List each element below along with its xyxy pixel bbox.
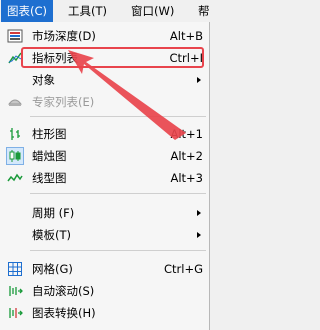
menu-item-line-chart[interactable]: 线型图 Alt+3 — [0, 167, 209, 189]
menu-item-label: 市场深度(D) — [32, 29, 96, 43]
menu-item-shortcut: Alt+2 — [170, 149, 203, 163]
menu-item-label: 蜡烛图 — [32, 149, 67, 163]
submenu-arrow-icon — [197, 77, 201, 83]
submenu-arrow-icon — [197, 210, 201, 216]
menu-item-bar-chart[interactable]: 柱形图 Alt+1 — [0, 123, 209, 145]
menu-item-period[interactable]: 周期 (F) — [0, 202, 209, 224]
menu-item-shortcut: Alt+1 — [170, 127, 203, 141]
menu-separator — [30, 116, 206, 117]
menu-tools[interactable]: 工具(T) — [62, 0, 113, 22]
bar-chart-icon — [7, 126, 23, 142]
line-chart-icon — [7, 170, 23, 186]
menu-separator — [30, 193, 206, 194]
menu-bar: 图表(C) 工具(T) 窗口(W) 帮 — [0, 0, 210, 23]
menu-item-shortcut: Ctrl+G — [163, 262, 203, 276]
expert-list-icon — [7, 94, 23, 110]
menu-item-label: 柱形图 — [32, 127, 67, 141]
menu-item-label: 图表转换(H) — [32, 306, 96, 320]
menu-item-template[interactable]: 模板(T) — [0, 224, 209, 246]
menu-item-auto-scroll[interactable]: 自动滚动(S) — [0, 280, 209, 302]
annotation-highlight-box — [21, 47, 204, 68]
menu-item-label: 网格(G) — [32, 262, 73, 276]
chart-shift-icon — [7, 305, 23, 321]
menu-item-label: 模板(T) — [32, 228, 71, 242]
menu-chart[interactable]: 图表(C) — [1, 0, 54, 22]
market-depth-icon — [7, 28, 23, 44]
submenu-arrow-icon — [197, 232, 201, 238]
menu-item-label: 对象 — [32, 73, 55, 87]
menu-item-candlestick[interactable]: 蜡烛图 Alt+2 — [0, 145, 209, 167]
menu-item-label: 专家列表(E) — [32, 95, 95, 109]
chart-dropdown-menu: 市场深度(D) Alt+B 指标列表 Ctrl+I 对象 专家列表(E) 柱形图… — [0, 22, 210, 330]
menu-help[interactable]: 帮 — [192, 0, 216, 22]
grid-icon — [7, 261, 23, 277]
menu-separator — [30, 250, 206, 251]
menu-item-grid[interactable]: 网格(G) Ctrl+G — [0, 258, 209, 280]
menu-item-chart-shift[interactable]: 图表转换(H) — [0, 302, 209, 324]
menu-item-expert-list: 专家列表(E) — [0, 91, 209, 113]
menu-item-market-depth[interactable]: 市场深度(D) Alt+B — [0, 25, 209, 47]
menu-item-label: 周期 (F) — [32, 206, 75, 220]
menu-item-label: 自动滚动(S) — [32, 284, 95, 298]
menu-item-shortcut: Alt+3 — [170, 171, 203, 185]
menu-item-objects[interactable]: 对象 — [0, 69, 209, 91]
candlestick-icon — [6, 147, 24, 165]
menu-item-label: 线型图 — [32, 171, 67, 185]
menu-window[interactable]: 窗口(W) — [125, 0, 180, 22]
menu-item-shortcut: Alt+B — [169, 29, 203, 43]
auto-scroll-icon — [7, 283, 23, 299]
